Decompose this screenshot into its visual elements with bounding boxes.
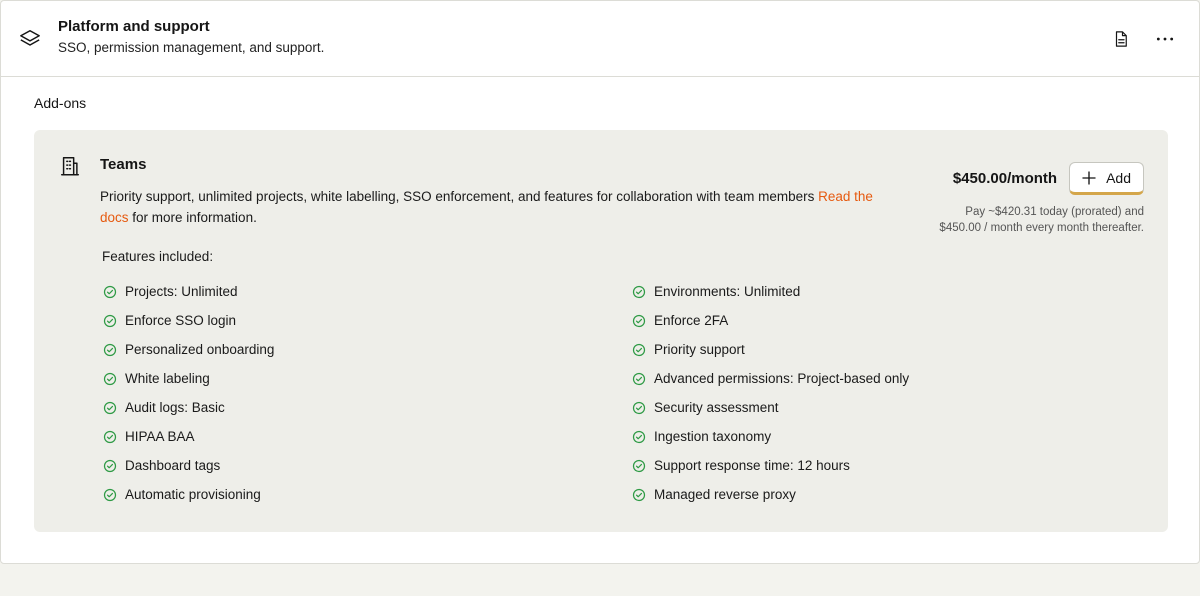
document-icon — [1112, 30, 1130, 48]
check-circle-icon — [103, 285, 117, 299]
feature-item: Personalized onboarding — [102, 335, 631, 364]
header-titles: Platform and support SSO, permission man… — [58, 18, 1093, 57]
feature-label: Dashboard tags — [125, 458, 221, 473]
addon-name: Teams — [100, 156, 147, 173]
layers-icon — [19, 28, 41, 50]
check-circle-icon — [632, 459, 646, 473]
pay-note-line1: Pay ~$420.31 today (prorated) and — [965, 206, 1144, 218]
price-period: /month — [1007, 170, 1058, 187]
check-circle-icon — [103, 314, 117, 328]
feature-item: White labeling — [102, 364, 631, 393]
addon-card-teams: Teams Priority support, unlimited projec… — [34, 130, 1168, 532]
feature-item: Priority support — [631, 335, 1142, 364]
feature-item: Enforce SSO login — [102, 306, 631, 335]
feature-item: Audit logs: Basic — [102, 393, 631, 422]
price-amount: $450.00 — [952, 170, 1008, 187]
feature-label: Priority support — [654, 342, 745, 357]
feature-label: Support response time: 12 hours — [654, 458, 850, 473]
addon-description-text: Priority support, unlimited projects, wh… — [100, 189, 819, 204]
feature-item: Managed reverse proxy — [631, 480, 1142, 509]
panel-header: Platform and support SSO, permission man… — [1, 1, 1199, 77]
page-title: Platform and support — [58, 18, 210, 35]
check-circle-icon — [632, 401, 646, 415]
add-button-label: Add — [1106, 169, 1131, 186]
check-circle-icon — [632, 488, 646, 502]
platform-support-panel: Platform and support SSO, permission man… — [0, 0, 1200, 564]
feature-item: Ingestion taxonomy — [631, 422, 1142, 451]
feature-item: Advanced permissions: Project-based only — [631, 364, 1142, 393]
check-circle-icon — [632, 343, 646, 357]
feature-label: Enforce SSO login — [125, 313, 237, 328]
page-subtitle: SSO, permission management, and support. — [58, 40, 325, 55]
feature-item: Projects: Unlimited — [102, 277, 631, 306]
section-label-addons: Add-ons — [34, 95, 87, 111]
feature-label: Personalized onboarding — [125, 342, 275, 357]
plus-icon — [1080, 169, 1098, 187]
feature-label: Advanced permissions: Project-based only — [654, 371, 910, 386]
pay-note: Pay ~$420.31 today (prorated) and $450.0… — [939, 204, 1144, 236]
check-circle-icon — [632, 285, 646, 299]
check-circle-icon — [103, 488, 117, 502]
check-circle-icon — [103, 343, 117, 357]
feature-label: Ingestion taxonomy — [654, 429, 772, 444]
feature-item: HIPAA BAA — [102, 422, 631, 451]
check-circle-icon — [103, 430, 117, 444]
feature-label: Managed reverse proxy — [654, 487, 796, 502]
add-addon-button[interactable]: Add — [1069, 162, 1144, 195]
feature-label: Enforce 2FA — [654, 313, 729, 328]
check-circle-icon — [632, 372, 646, 386]
addon-price: $450.00/month — [953, 170, 1057, 187]
feature-item: Dashboard tags — [102, 451, 631, 480]
building-icon — [59, 155, 81, 177]
features-label: Features included: — [102, 249, 214, 264]
feature-item: Support response time: 12 hours — [631, 451, 1142, 480]
check-circle-icon — [103, 401, 117, 415]
feature-label: HIPAA BAA — [125, 429, 195, 444]
pay-note-line2: $450.00 / month every month thereafter. — [939, 222, 1144, 234]
feature-label: Environments: Unlimited — [654, 284, 801, 299]
feature-item: Environments: Unlimited — [631, 277, 1142, 306]
feature-label: White labeling — [125, 371, 210, 386]
check-circle-icon — [103, 459, 117, 473]
features-list: Projects: Unlimited Environments: Unlimit… — [102, 277, 1142, 509]
feature-label: Automatic provisioning — [125, 487, 261, 502]
feature-item: Enforce 2FA — [631, 306, 1142, 335]
document-button[interactable] — [1105, 23, 1137, 55]
feature-item: Security assessment — [631, 393, 1142, 422]
feature-label: Projects: Unlimited — [125, 284, 238, 299]
feature-item: Automatic provisioning — [102, 480, 631, 509]
addon-description-suffix: for more information. — [128, 210, 257, 225]
price-area: $450.00/month Add Pay ~$420.31 today (pr… — [939, 162, 1144, 236]
more-dots-icon — [1155, 29, 1175, 49]
price-row: $450.00/month Add — [939, 162, 1144, 195]
more-options-button[interactable] — [1149, 23, 1181, 55]
feature-label: Security assessment — [654, 400, 779, 415]
addon-description: Priority support, unlimited projects, wh… — [100, 186, 890, 228]
feature-label: Audit logs: Basic — [125, 400, 225, 415]
check-circle-icon — [632, 430, 646, 444]
check-circle-icon — [103, 372, 117, 386]
check-circle-icon — [632, 314, 646, 328]
